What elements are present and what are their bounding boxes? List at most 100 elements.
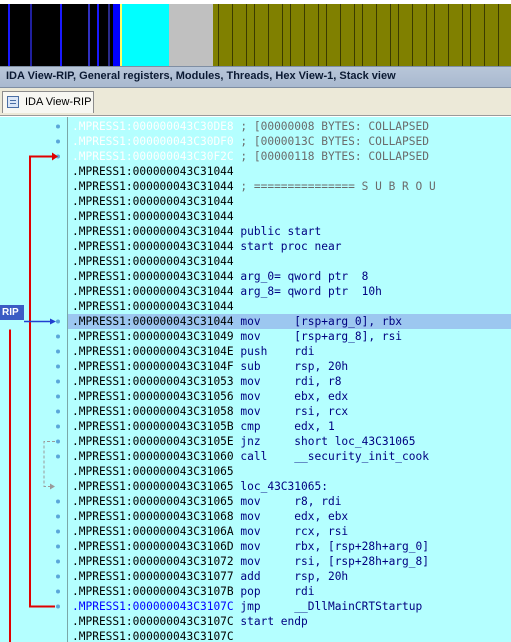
nav-band-stripe [448,4,449,66]
line-text: pop rdi [233,585,315,598]
line-text: arg_0= qword ptr 8 [233,270,369,283]
code-line[interactable]: .MPRESS1:000000043C31044 [72,194,511,209]
navigation-band[interactable] [0,0,511,66]
code-line[interactable]: .MPRESS1:000000043C31056 mov ebx, edx [72,389,511,404]
code-line[interactable]: .MPRESS1:000000043C31068 mov edx, ebx [72,509,511,524]
code-line[interactable]: .MPRESS1:000000043C31053 mov rdi, r8 [72,374,511,389]
code-line[interactable]: .MPRESS1:000000043C3107B pop rdi [72,584,511,599]
line-bullet [56,499,60,504]
branch-arrow-red [29,155,55,608]
code-line[interactable]: .MPRESS1:000000043C31072 mov rsi, [rsp+2… [72,554,511,569]
line-text: mov rcx, rsi [233,525,349,538]
line-text: add rsp, 20h [233,570,349,583]
code-line[interactable]: .MPRESS1:000000043C30F2C ; [00000118 BYT… [72,149,511,164]
code-line[interactable]: .MPRESS1:000000043C31065 mov r8, rdi [72,494,511,509]
code-line[interactable]: .MPRESS1:000000043C31060 call __security… [72,449,511,464]
line-address: .MPRESS1:000000043C31058 [72,405,234,418]
line-text: mov [rsp+arg_0], rbx [233,315,403,328]
code-line[interactable]: .MPRESS1:000000043C31065 [72,464,511,479]
line-address: .MPRESS1:000000043C31065 [72,480,234,493]
line-bullet [56,604,60,609]
line-address: .MPRESS1:000000043C31044 [72,195,234,208]
line-address: .MPRESS1:000000043C31044 [72,255,234,268]
nav-band-stripe [376,4,377,66]
branch-arrow-pane: RIP [0,117,68,642]
nav-band-segment[interactable] [169,4,213,66]
nav-band-stripe [304,4,305,66]
code-line[interactable]: .MPRESS1:000000043C31044 arg_8= qword pt… [72,284,511,299]
code-line[interactable]: .MPRESS1:000000043C3107C jmp __DllMainCR… [72,599,511,614]
code-line[interactable]: .MPRESS1:000000043C31044 [72,254,511,269]
code-line[interactable]: .MPRESS1:000000043C30DE8 ; [00000008 BYT… [72,119,511,134]
code-line[interactable]: .MPRESS1:000000043C3104F sub rsp, 20h [72,359,511,374]
nav-band-stripe [412,4,413,66]
line-text: jnz short loc_43C31065 [233,435,416,448]
line-text: ; [00000008 BYTES: COLLAPSED [233,120,429,133]
line-text: start proc near [233,240,342,253]
nav-band-stripe [60,4,62,66]
line-text: mov ebx, edx [233,390,349,403]
branch-arrowhead-red [52,152,58,161]
line-text: mov r8, rdi [233,495,342,508]
code-line[interactable]: .MPRESS1:000000043C31058 mov rsi, rcx [72,404,511,419]
nav-band-stripe [254,4,255,66]
disassembly-view[interactable]: RIP .MPRESS1:000000043C30DE8 ; [00000008… [0,117,511,642]
line-address: .MPRESS1:000000043C30DF0 [72,135,234,148]
tab-bar: IDA View-RIP [0,88,511,116]
tab-ida-view-rip[interactable]: IDA View-RIP [2,91,94,113]
line-address: .MPRESS1:000000043C31044 [72,180,234,193]
code-line[interactable]: .MPRESS1:000000043C31044 [72,209,511,224]
code-line[interactable]: .MPRESS1:000000043C3105B cmp edx, 1 [72,419,511,434]
code-line[interactable]: .MPRESS1:000000043C31044 [72,164,511,179]
line-text: push rdi [233,345,315,358]
line-address: .MPRESS1:000000043C3104E [72,345,234,358]
nav-band-stripe [232,4,233,66]
line-bullet [56,379,60,384]
code-line[interactable]: .MPRESS1:000000043C3105E jnz short loc_4… [72,434,511,449]
line-address: .MPRESS1:000000043C31077 [72,570,234,583]
line-bullet [56,319,60,324]
nav-band-stripe [282,4,283,66]
code-line[interactable]: .MPRESS1:000000043C30DF0 ; [0000013C BYT… [72,134,511,149]
code-line[interactable]: .MPRESS1:000000043C31044 mov [rsp+arg_0]… [68,314,511,329]
code-line[interactable]: .MPRESS1:000000043C3106A mov rcx, rsi [72,524,511,539]
ida-view-icon [7,96,19,108]
line-address: .MPRESS1:000000043C3104F [72,360,234,373]
line-address: .MPRESS1:000000043C31044 [72,240,234,253]
code-line[interactable]: .MPRESS1:000000043C31049 mov [rsp+arg_8]… [72,329,511,344]
code-line[interactable]: .MPRESS1:000000043C3107C [72,629,511,642]
nav-band-stripe [268,4,269,66]
code-line[interactable]: .MPRESS1:000000043C31044 start proc near [72,239,511,254]
nav-band-stripe [462,4,463,66]
code-line[interactable]: .MPRESS1:000000043C31044 ; =============… [72,179,511,194]
code-line[interactable]: .MPRESS1:000000043C3107C start endp [72,614,511,629]
line-text: ; [0000013C BYTES: COLLAPSED [233,135,429,148]
nav-band-segment[interactable] [122,4,169,66]
line-bullet [56,514,60,519]
nav-band-stripe [362,4,363,66]
nav-band-stripe [340,4,341,66]
line-address: .MPRESS1:000000043C31065 [72,465,234,478]
code-line[interactable]: .MPRESS1:000000043C3104E push rdi [72,344,511,359]
line-bullet [56,409,60,414]
line-text: mov rdi, r8 [233,375,342,388]
line-address: .MPRESS1:000000043C3105B [72,420,234,433]
line-text: start endp [233,615,308,628]
line-bullet [56,529,60,534]
line-bullet [56,574,60,579]
code-line[interactable]: .MPRESS1:000000043C31044 arg_0= qword pt… [72,269,511,284]
line-text: mov rbx, [rsp+28h+arg_0] [233,540,429,553]
code-line[interactable]: .MPRESS1:000000043C31065 loc_43C31065: [72,479,511,494]
branch-arrowhead-gray [50,483,55,490]
line-address: .MPRESS1:000000043C31044 [72,315,234,328]
code-line[interactable]: .MPRESS1:000000043C31044 [72,299,511,314]
line-text: ; =============== S U B R O U [233,180,436,193]
code-line[interactable]: .MPRESS1:000000043C31044 public start [72,224,511,239]
code-listing[interactable]: .MPRESS1:000000043C30DE8 ; [00000008 BYT… [68,117,511,642]
code-line[interactable]: .MPRESS1:000000043C31077 add rsp, 20h [72,569,511,584]
window-title: IDA View-RIP, General registers, Modules… [6,70,396,82]
nav-band-segment[interactable] [113,4,120,66]
nav-band-stripe [354,4,355,66]
code-line[interactable]: .MPRESS1:000000043C3106D mov rbx, [rsp+2… [72,539,511,554]
nav-band-stripe [290,4,291,66]
